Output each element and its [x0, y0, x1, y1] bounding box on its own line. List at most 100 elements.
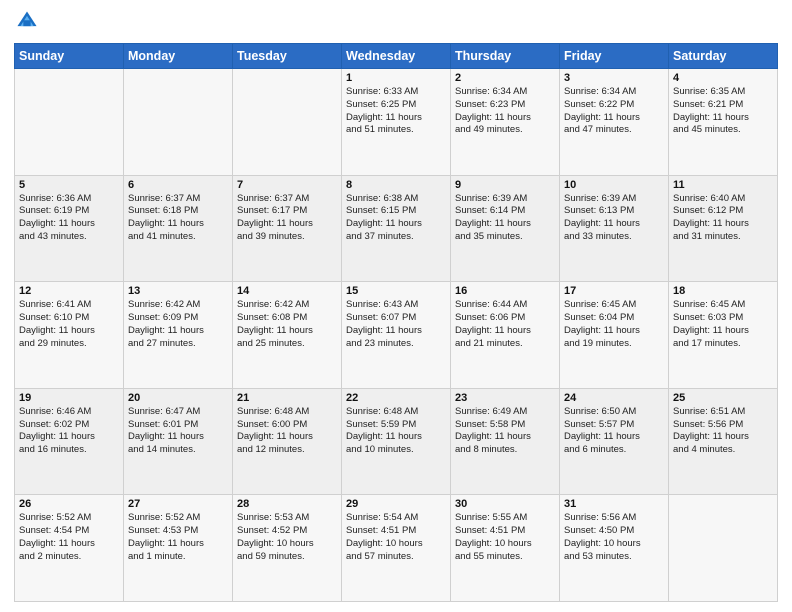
page: SundayMondayTuesdayWednesdayThursdayFrid…: [0, 0, 792, 612]
day-number: 2: [455, 72, 555, 84]
calendar-cell: 25 Sunrise: 6:51 AM Sunset: 5:56 PM Dayli…: [669, 388, 778, 495]
calendar-cell: 13 Sunrise: 6:42 AM Sunset: 6:09 PM Dayli…: [124, 282, 233, 389]
day-info: Sunrise: 5:52 AM Sunset: 4:53 PM Dayligh…: [128, 512, 228, 563]
day-number: 3: [564, 72, 664, 84]
day-number: 14: [237, 285, 337, 297]
day-number: 4: [673, 72, 773, 84]
day-info: Sunrise: 6:45 AM Sunset: 6:04 PM Dayligh…: [564, 299, 664, 350]
day-header-thursday: Thursday: [451, 44, 560, 69]
day-info: Sunrise: 6:36 AM Sunset: 6:19 PM Dayligh…: [19, 193, 119, 244]
calendar-cell: 23 Sunrise: 6:49 AM Sunset: 5:58 PM Dayli…: [451, 388, 560, 495]
calendar-cell: 9Sunrise: 6:39 AM Sunset: 6:14 PM Daylig…: [451, 175, 560, 282]
day-header-tuesday: Tuesday: [233, 44, 342, 69]
day-info: Sunrise: 6:38 AM Sunset: 6:15 PM Dayligh…: [346, 193, 446, 244]
calendar-cell: 30Sunrise: 5:55 AM Sunset: 4:51 PM Dayli…: [451, 495, 560, 602]
day-info: Sunrise: 6:46 AM Sunset: 6:02 PM Dayligh…: [19, 406, 119, 457]
day-number: 13: [128, 285, 228, 297]
calendar-cell: 28 Sunrise: 5:53 AM Sunset: 4:52 PM Dayli…: [233, 495, 342, 602]
calendar-week-3: 12Sunrise: 6:41 AM Sunset: 6:10 PM Dayli…: [15, 282, 778, 389]
day-number: 17: [564, 285, 664, 297]
day-number: 16: [455, 285, 555, 297]
day-info: Sunrise: 6:49 AM Sunset: 5:58 PM Dayligh…: [455, 406, 555, 457]
calendar-cell: [669, 495, 778, 602]
days-header-row: SundayMondayTuesdayWednesdayThursdayFrid…: [15, 44, 778, 69]
day-number: 26: [19, 498, 119, 510]
day-number: 6: [128, 179, 228, 191]
calendar-cell: 19Sunrise: 6:46 AM Sunset: 6:02 PM Dayli…: [15, 388, 124, 495]
day-number: 28: [237, 498, 337, 510]
calendar-table: SundayMondayTuesdayWednesdayThursdayFrid…: [14, 43, 778, 602]
calendar-cell: 24Sunrise: 6:50 AM Sunset: 5:57 PM Dayli…: [560, 388, 669, 495]
calendar-cell: 2 Sunrise: 6:34 AM Sunset: 6:23 PM Daylig…: [451, 69, 560, 176]
day-number: 22: [346, 392, 446, 404]
day-number: 11: [673, 179, 773, 191]
calendar-cell: 12Sunrise: 6:41 AM Sunset: 6:10 PM Dayli…: [15, 282, 124, 389]
day-number: 27: [128, 498, 228, 510]
day-number: 24: [564, 392, 664, 404]
day-info: Sunrise: 5:53 AM Sunset: 4:52 PM Dayligh…: [237, 512, 337, 563]
calendar-cell: 22 Sunrise: 6:48 AM Sunset: 5:59 PM Dayli…: [342, 388, 451, 495]
calendar-week-5: 26 Sunrise: 5:52 AM Sunset: 4:54 PM Dayli…: [15, 495, 778, 602]
day-number: 9: [455, 179, 555, 191]
day-number: 31: [564, 498, 664, 510]
day-info: Sunrise: 6:43 AM Sunset: 6:07 PM Dayligh…: [346, 299, 446, 350]
calendar-cell: 1 Sunrise: 6:33 AM Sunset: 6:25 PM Daylig…: [342, 69, 451, 176]
calendar-week-1: 1 Sunrise: 6:33 AM Sunset: 6:25 PM Daylig…: [15, 69, 778, 176]
calendar-cell: 14 Sunrise: 6:42 AM Sunset: 6:08 PM Dayli…: [233, 282, 342, 389]
day-info: Sunrise: 6:34 AM Sunset: 6:23 PM Dayligh…: [455, 86, 555, 137]
calendar-cell: 7 Sunrise: 6:37 AM Sunset: 6:17 PM Daylig…: [233, 175, 342, 282]
day-number: 20: [128, 392, 228, 404]
day-info: Sunrise: 6:33 AM Sunset: 6:25 PM Dayligh…: [346, 86, 446, 137]
header: [14, 10, 778, 37]
calendar-cell: 29Sunrise: 5:54 AM Sunset: 4:51 PM Dayli…: [342, 495, 451, 602]
day-number: 1: [346, 72, 446, 84]
calendar-cell: 10Sunrise: 6:39 AM Sunset: 6:13 PM Dayli…: [560, 175, 669, 282]
calendar-cell: 15 Sunrise: 6:43 AM Sunset: 6:07 PM Dayli…: [342, 282, 451, 389]
day-info: Sunrise: 6:51 AM Sunset: 5:56 PM Dayligh…: [673, 406, 773, 457]
day-header-sunday: Sunday: [15, 44, 124, 69]
calendar-cell: 16 Sunrise: 6:44 AM Sunset: 6:06 PM Dayli…: [451, 282, 560, 389]
calendar-cell: 31 Sunrise: 5:56 AM Sunset: 4:50 PM Dayli…: [560, 495, 669, 602]
day-header-monday: Monday: [124, 44, 233, 69]
day-info: Sunrise: 6:48 AM Sunset: 5:59 PM Dayligh…: [346, 406, 446, 457]
calendar-cell: 3Sunrise: 6:34 AM Sunset: 6:22 PM Daylig…: [560, 69, 669, 176]
day-info: Sunrise: 5:55 AM Sunset: 4:51 PM Dayligh…: [455, 512, 555, 563]
day-info: Sunrise: 6:42 AM Sunset: 6:09 PM Dayligh…: [128, 299, 228, 350]
calendar-cell: 4Sunrise: 6:35 AM Sunset: 6:21 PM Daylig…: [669, 69, 778, 176]
calendar-cell: 27 Sunrise: 5:52 AM Sunset: 4:53 PM Dayli…: [124, 495, 233, 602]
day-info: Sunrise: 5:52 AM Sunset: 4:54 PM Dayligh…: [19, 512, 119, 563]
day-number: 8: [346, 179, 446, 191]
day-number: 29: [346, 498, 446, 510]
calendar-cell: 11 Sunrise: 6:40 AM Sunset: 6:12 PM Dayli…: [669, 175, 778, 282]
calendar-cell: [233, 69, 342, 176]
calendar-cell: 26 Sunrise: 5:52 AM Sunset: 4:54 PM Dayli…: [15, 495, 124, 602]
calendar-cell: 8 Sunrise: 6:38 AM Sunset: 6:15 PM Daylig…: [342, 175, 451, 282]
day-number: 15: [346, 285, 446, 297]
day-number: 23: [455, 392, 555, 404]
logo: [14, 10, 40, 37]
day-info: Sunrise: 6:45 AM Sunset: 6:03 PM Dayligh…: [673, 299, 773, 350]
calendar-cell: [124, 69, 233, 176]
day-number: 10: [564, 179, 664, 191]
day-info: Sunrise: 6:48 AM Sunset: 6:00 PM Dayligh…: [237, 406, 337, 457]
day-number: 18: [673, 285, 773, 297]
day-info: Sunrise: 5:56 AM Sunset: 4:50 PM Dayligh…: [564, 512, 664, 563]
day-header-wednesday: Wednesday: [342, 44, 451, 69]
day-header-saturday: Saturday: [669, 44, 778, 69]
day-info: Sunrise: 6:37 AM Sunset: 6:17 PM Dayligh…: [237, 193, 337, 244]
day-number: 25: [673, 392, 773, 404]
calendar-cell: 20 Sunrise: 6:47 AM Sunset: 6:01 PM Dayli…: [124, 388, 233, 495]
day-info: Sunrise: 6:42 AM Sunset: 6:08 PM Dayligh…: [237, 299, 337, 350]
day-number: 5: [19, 179, 119, 191]
day-number: 7: [237, 179, 337, 191]
calendar-week-2: 5 Sunrise: 6:36 AM Sunset: 6:19 PM Daylig…: [15, 175, 778, 282]
logo-icon: [16, 10, 38, 32]
day-info: Sunrise: 6:47 AM Sunset: 6:01 PM Dayligh…: [128, 406, 228, 457]
calendar-cell: 6Sunrise: 6:37 AM Sunset: 6:18 PM Daylig…: [124, 175, 233, 282]
day-number: 21: [237, 392, 337, 404]
calendar-cell: 18 Sunrise: 6:45 AM Sunset: 6:03 PM Dayli…: [669, 282, 778, 389]
day-info: Sunrise: 6:41 AM Sunset: 6:10 PM Dayligh…: [19, 299, 119, 350]
calendar-cell: [15, 69, 124, 176]
day-info: Sunrise: 6:40 AM Sunset: 6:12 PM Dayligh…: [673, 193, 773, 244]
day-info: Sunrise: 6:44 AM Sunset: 6:06 PM Dayligh…: [455, 299, 555, 350]
